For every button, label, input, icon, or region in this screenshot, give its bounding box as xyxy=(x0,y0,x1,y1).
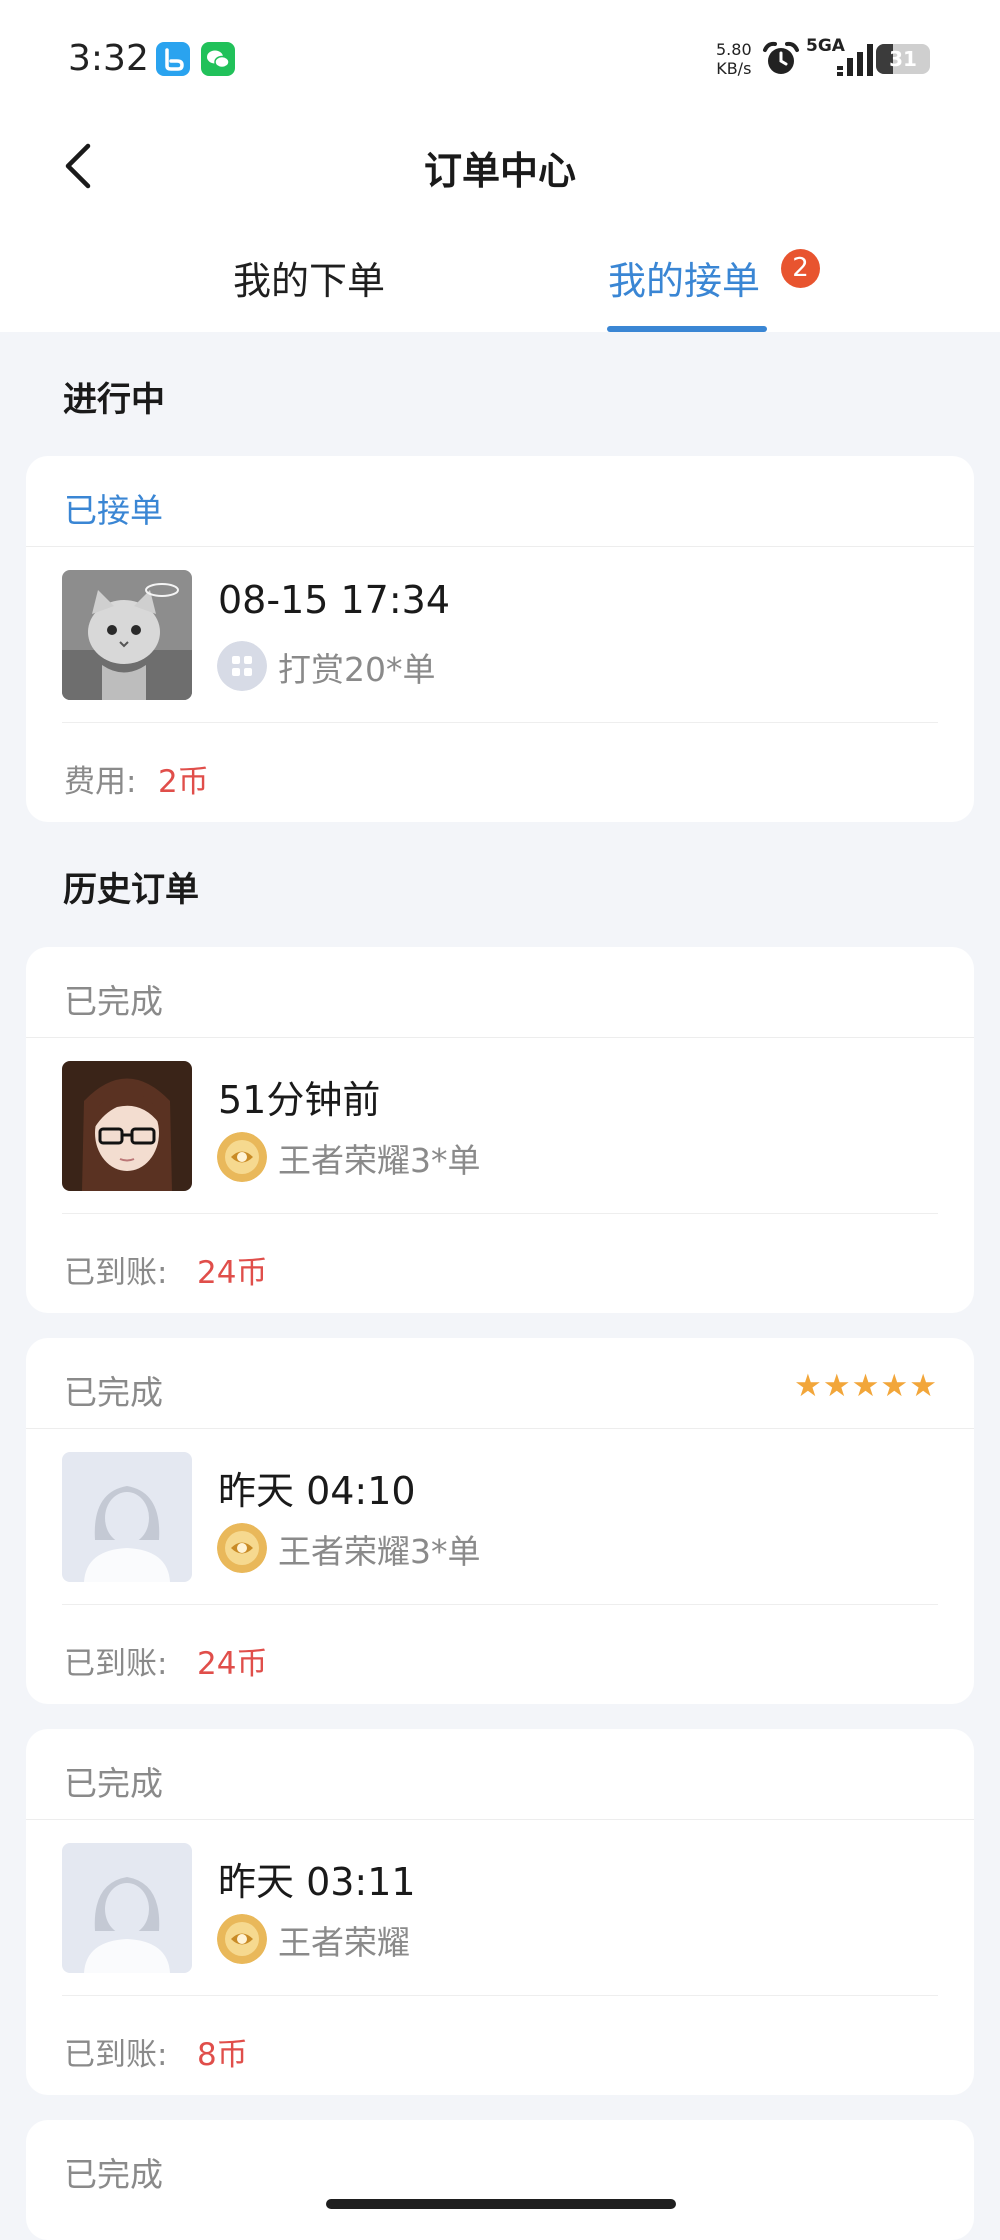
tab-my-orders[interactable]: 我的下单 xyxy=(233,250,385,305)
order-game: 王者荣耀3*单 xyxy=(278,1141,481,1180)
divider xyxy=(26,1037,974,1038)
fee-value: 2币 xyxy=(158,764,209,800)
divider xyxy=(62,1213,938,1214)
order-game: 打赏20*单 xyxy=(278,650,436,689)
rating-stars: ★★★★★ xyxy=(794,1368,938,1404)
order-game: 王者荣耀 xyxy=(278,1923,410,1962)
top-bar: 3:32 5.80 KB/s 5GA 31 订单中心 我的下单 我的接单 2 xyxy=(0,0,1000,332)
order-card[interactable]: 已完成 ★★★★★ 昨天 04:10 王者荣耀3*单 已到账: 24币 xyxy=(26,1338,974,1704)
honor-of-kings-icon xyxy=(217,1132,267,1182)
alarm-clock-icon xyxy=(763,41,799,74)
order-time: 昨天 04:10 xyxy=(218,1469,416,1513)
network-speed: 5.80 KB/s xyxy=(716,40,752,78)
battery-icon: 31 xyxy=(876,44,930,74)
tab-my-accepted-orders[interactable]: 我的接单 xyxy=(608,250,760,305)
divider xyxy=(26,1819,974,1820)
divider xyxy=(26,1428,974,1429)
order-time: 08-15 17:34 xyxy=(218,578,451,622)
default-avatar[interactable] xyxy=(62,1452,192,1582)
avatar[interactable] xyxy=(62,570,192,700)
order-status: 已完成 xyxy=(64,982,163,1021)
order-status: 已完成 xyxy=(64,2155,163,2194)
order-status: 已接单 xyxy=(64,491,163,530)
fee-value: 24币 xyxy=(197,1255,268,1291)
status-time: 3:32 xyxy=(68,38,149,79)
section-title-ongoing: 进行中 xyxy=(63,380,165,420)
battery-level: 31 xyxy=(889,47,917,71)
star-icon: ★ xyxy=(909,1368,938,1404)
default-avatar[interactable] xyxy=(62,1843,192,1973)
star-icon: ★ xyxy=(851,1368,881,1404)
active-tab-indicator xyxy=(607,326,767,332)
order-time: 昨天 03:11 xyxy=(218,1860,416,1904)
star-icon: ★ xyxy=(794,1368,823,1404)
fee-label: 已到账: xyxy=(64,2037,168,2073)
divider xyxy=(62,1604,938,1605)
order-time: 51分钟前 xyxy=(218,1078,381,1122)
honor-of-kings-icon xyxy=(217,1523,267,1573)
page-title: 订单中心 xyxy=(423,149,576,193)
star-icon: ★ xyxy=(880,1368,910,1404)
fee-label: 已到账: xyxy=(64,1646,168,1682)
order-status: 已完成 xyxy=(64,1764,163,1803)
order-status: 已完成 xyxy=(64,1373,163,1412)
home-indicator[interactable] xyxy=(326,2199,676,2209)
fee-label: 费用: xyxy=(64,764,137,800)
honor-of-kings-icon xyxy=(217,1914,267,1964)
fee-value: 8币 xyxy=(197,2037,248,2073)
star-icon: ★ xyxy=(822,1368,852,1404)
avatar[interactable] xyxy=(62,1061,192,1191)
notification-app-icon xyxy=(156,42,190,76)
divider xyxy=(62,722,938,723)
fee-value: 24币 xyxy=(197,1646,268,1682)
status-bar: 3:32 5.80 KB/s 5GA 31 xyxy=(0,0,1000,120)
order-card[interactable]: 已接单 08-15 17:34 打赏20*单 费用: 2币 xyxy=(26,456,974,822)
order-card[interactable]: 已完成 xyxy=(26,2120,974,2240)
tab-badge: 2 xyxy=(781,249,820,288)
wechat-icon xyxy=(201,42,235,76)
divider xyxy=(62,1995,938,1996)
fee-label: 已到账: xyxy=(64,1255,168,1291)
order-card[interactable]: 已完成 51分钟前 王者荣耀3*单 已到账: 24币 xyxy=(26,947,974,1313)
divider xyxy=(26,546,974,547)
section-title-history: 历史订单 xyxy=(63,870,199,910)
order-game: 王者荣耀3*单 xyxy=(278,1532,481,1571)
grid-apps-icon xyxy=(217,641,267,691)
order-card[interactable]: 已完成 昨天 03:11 王者荣耀 已到账: 8币 xyxy=(26,1729,974,2095)
